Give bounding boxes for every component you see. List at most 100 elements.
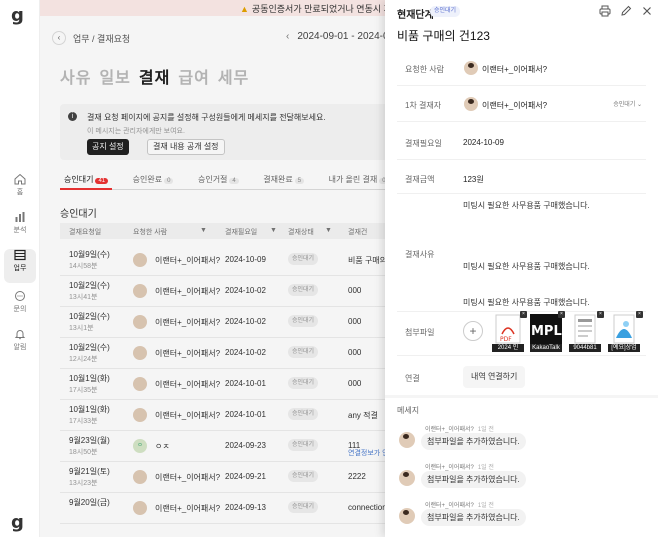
remove-icon[interactable]: × (597, 311, 604, 318)
table-row[interactable]: 10월2일(수) 12시24분 이랜터+_이어패서? 2024-10-02 승인대기 00… (60, 338, 390, 369)
nav-work[interactable]: 업무 (4, 249, 36, 283)
banner-text: 공동인증서가 만료되었거나 연동시 계정 (251, 4, 401, 14)
request-time: 13시1분 (69, 325, 94, 332)
request-date-cell: 10월1일(화) 17시35분 (69, 373, 110, 397)
tab-reason[interactable]: 사유 (60, 70, 91, 87)
nav-inquiry[interactable]: 문의 (0, 290, 40, 324)
request-title: 비품 구매의 건123 (397, 29, 490, 43)
table-row[interactable]: 10월2일(수) 13시41분 이랜터+_이어패서? 2024-10-02 승인대기 00… (60, 276, 390, 307)
table-row[interactable]: 9월20일(금) 이랜터+_이어패서? 2024-09-13 승인대기 connecti… (60, 493, 390, 524)
status-badge: 승인대기 (288, 284, 319, 296)
request-time: 12시24분 (69, 356, 98, 363)
table-row[interactable]: 10월9일(수) 14시58분 이랜터+_이어패서? 2024-10-09 승인대기 비품… (60, 245, 390, 276)
tab-mine[interactable]: 내가 올린 결재 0 (325, 174, 393, 190)
attachment-file[interactable]: [예요]상업 × (608, 311, 643, 352)
svg-text:PDF: PDF (500, 336, 512, 343)
request-time: 13시41분 (69, 294, 98, 301)
request-title: 2222 (348, 472, 366, 481)
chat-icon (15, 291, 25, 301)
table-row[interactable]: 9월23일(월) 18시50분 ㅇㅇㅈ 2024-09-23 승인대기 111 연결정보가 … (60, 431, 390, 462)
warning-icon: ▲ (240, 4, 249, 14)
tab-completed[interactable]: 결재완료 5 (259, 174, 308, 190)
tab-tax[interactable]: 세무 (218, 70, 249, 87)
edit-icon[interactable] (620, 5, 632, 17)
approver-status-dropdown[interactable]: 승인대기 ⌄ (609, 100, 646, 111)
request-date: 10월1일(화) (69, 405, 110, 414)
link-label: 연결 (405, 374, 420, 383)
col-due-date[interactable]: 결재필요일 (225, 227, 257, 237)
col-request-date[interactable]: 결재요청일 (69, 227, 101, 237)
request-title: 000 (348, 379, 362, 388)
table-row[interactable]: 10월1일(화) 17시33분 이랜터+_이어패서? 2024-10-01 승인대기 an… (60, 400, 390, 431)
request-title: 비품 구매의 (348, 256, 388, 265)
tab-approval[interactable]: 결재 (139, 70, 170, 87)
pdf-icon: PDF (495, 314, 521, 344)
tab-rejected[interactable]: 승인거절 4 (194, 174, 243, 190)
amount-value: 123원 (463, 175, 484, 184)
prev-period-icon[interactable]: ‹ (286, 31, 289, 42)
request-time: 14시58분 (69, 263, 98, 270)
col-requester[interactable]: 요청한 사람 (133, 227, 167, 237)
avatar (399, 470, 415, 486)
remove-icon[interactable]: × (520, 311, 527, 318)
approver-status: 승인대기 (613, 102, 636, 108)
tab-mine-label: 내가 올린 결재 (328, 175, 378, 184)
app-logo[interactable]: g (11, 5, 29, 26)
col-status[interactable]: 결재상태 (288, 227, 314, 237)
message-item: 이랜터+_이어패서? 1일 전 첨부파일을 추가하였습니다. (399, 500, 649, 536)
request-title: connection (348, 503, 387, 512)
tab-approved-label: 승인완료 (132, 175, 163, 184)
close-icon[interactable] (641, 5, 653, 17)
divider (397, 121, 646, 122)
table-row[interactable]: 9월21일(토) 13시23분 이랜터+_이어패서? 2024-09-21 승인대기 22… (60, 462, 390, 493)
status-tabs: 승인대기 41 승인완료 0 승인거절 4 결재완료 5 내가 올린 결재 0 (60, 174, 390, 190)
request-date-cell: 9월21일(토) 13시23분 (69, 466, 110, 490)
request-date: 9월23일(월) (69, 436, 110, 445)
home-icon (14, 173, 26, 185)
due-label: 결재필요일 (405, 139, 442, 148)
due-date: 2024-09-21 (225, 472, 266, 481)
table-row[interactable]: 10월2일(수) 13시1분 이랜터+_이어패서? 2024-10-02 승인대기 000 (60, 307, 390, 338)
nav-alert[interactable]: 알림 (0, 328, 40, 362)
approval-detail-drawer: 현재단계 승인대기 비품 구매의 건123 요청한 사람 이랜터+_이어패서? … (385, 0, 658, 537)
requester-name: 이랜터+_이어패서? (155, 473, 221, 482)
nav-home[interactable]: 홈 (0, 173, 40, 207)
status-badge: 승인대기 (288, 501, 319, 513)
remove-icon[interactable]: × (558, 311, 565, 318)
tab-approved[interactable]: 승인완료 0 (129, 174, 178, 190)
table-row[interactable]: 10월1일(화) 17시35분 이랜터+_이어패서? 2024-10-01 승인대기 00… (60, 369, 390, 400)
status-badge: 승인대기 (288, 408, 319, 420)
due-date: 2024-10-02 (225, 348, 266, 357)
attachment-name: KakaoTalk (530, 344, 562, 352)
remove-icon[interactable]: × (636, 311, 643, 318)
avatar (464, 97, 478, 111)
print-icon[interactable] (599, 5, 611, 17)
nav-analysis[interactable]: 분석 (0, 211, 40, 245)
tab-pending[interactable]: 승인대기 41 (60, 174, 113, 190)
filter-icon[interactable]: ▼ (270, 227, 277, 234)
status-badge: 승인대기 (288, 346, 319, 358)
tab-payroll[interactable]: 급여 (178, 70, 209, 87)
notice-setting-button[interactable]: 공지 설정 (87, 139, 129, 155)
filter-icon[interactable]: ▼ (200, 227, 207, 234)
col-title[interactable]: 결재건 (348, 227, 367, 237)
request-date: 10월9일(수) (69, 250, 110, 259)
status-badge: 승인대기 (288, 470, 319, 482)
request-title: 000 (348, 348, 362, 357)
back-button[interactable]: ‹ (52, 31, 66, 45)
filter-icon[interactable]: ▼ (325, 227, 332, 234)
tab-daily[interactable]: 일보 (99, 70, 130, 87)
attachment-file[interactable]: PDF 2024 인 × (492, 311, 527, 352)
date-range-picker[interactable]: ‹ 2024-09-01 - 2024-0 (286, 31, 389, 42)
add-attachment-button[interactable]: + (463, 321, 483, 341)
public-setting-button[interactable]: 결재 내용 공개 설정 (147, 139, 225, 155)
attachment-name: [예요]상업 (608, 344, 640, 352)
attachment-file[interactable]: 9044b81 × (569, 311, 604, 352)
nav-inquiry-label: 문의 (13, 306, 27, 313)
attachment-file[interactable]: MPL KakaoTalk × (530, 311, 565, 352)
request-date-cell: 10월1일(화) 17시33분 (69, 404, 110, 428)
avatar (133, 501, 147, 515)
link-history-button[interactable]: 내역 연결하기 (463, 366, 526, 388)
attachment-scrollbar[interactable] (397, 355, 646, 356)
bar-chart-icon (15, 212, 25, 222)
